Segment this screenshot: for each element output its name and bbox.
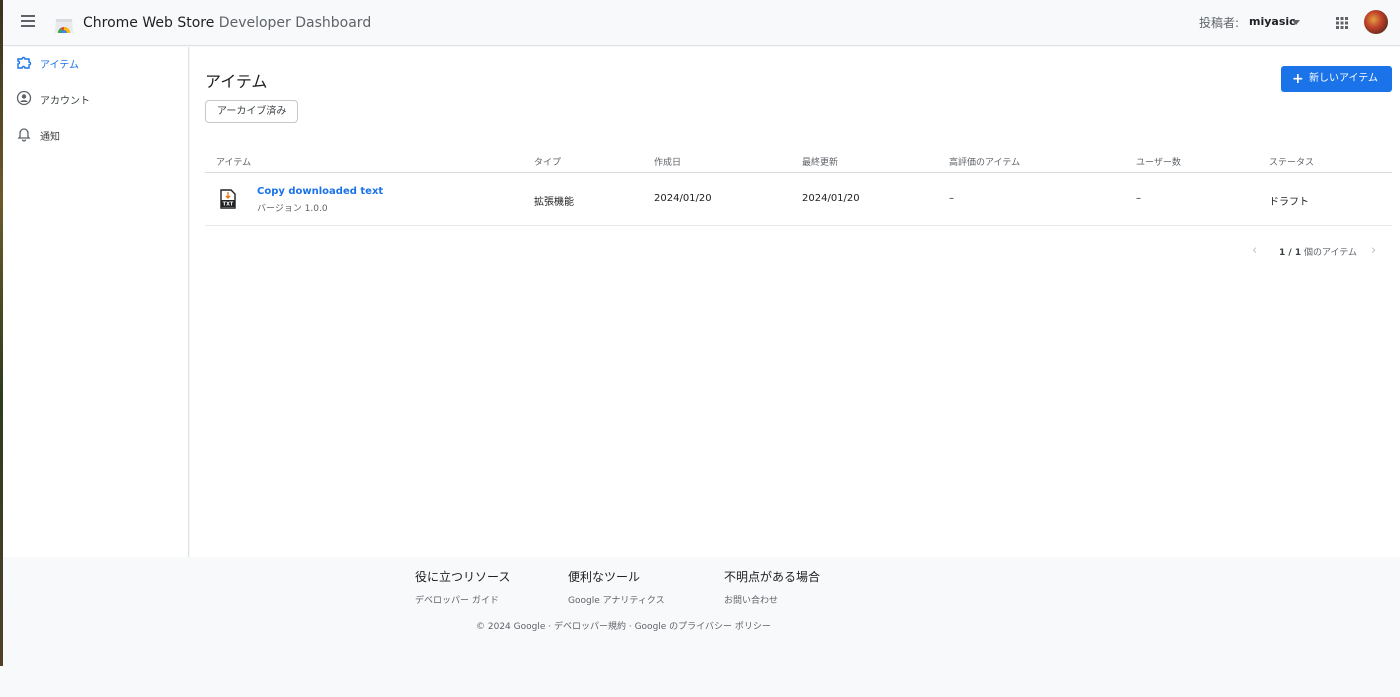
chevron-down-icon[interactable] bbox=[1292, 20, 1300, 25]
app-title-sub: Developer Dashboard bbox=[214, 15, 372, 31]
app-title-main: Chrome Web Store bbox=[83, 15, 215, 31]
app-title: Chrome Web Store Developer Dashboard bbox=[83, 15, 371, 31]
separator: · bbox=[545, 622, 554, 632]
table-row[interactable]: TXT Copy downloaded text バージョン 1.0.0 拡張機… bbox=[205, 173, 1392, 226]
item-updated-date: 2024/01/20 bbox=[802, 193, 860, 204]
account-avatar[interactable] bbox=[1364, 10, 1388, 34]
contact-link[interactable]: お問い合わせ bbox=[724, 593, 820, 606]
new-item-button-label: 新しいアイテム bbox=[1309, 73, 1378, 84]
main-content: アイテム + 新しいアイテム アーカイブ済み アイテム タイプ 作成日 最終更新… bbox=[190, 47, 1400, 557]
column-header-created[interactable]: 作成日 bbox=[654, 155, 681, 168]
sidebar-item-label: アカウント bbox=[40, 96, 90, 107]
new-item-button[interactable]: + 新しいアイテム bbox=[1281, 66, 1392, 92]
column-header-featured[interactable]: 高評価のアイテム bbox=[949, 155, 1020, 168]
separator: · bbox=[625, 622, 635, 632]
chevron-right-icon[interactable]: › bbox=[1371, 243, 1376, 258]
footer-heading: 不明点がある場合 bbox=[724, 570, 821, 584]
hamburger-menu-icon[interactable] bbox=[21, 15, 37, 29]
sidebar-item-label: 通知 bbox=[40, 132, 60, 143]
item-featured: – bbox=[949, 193, 954, 204]
pagination-text: 1 / 1 個のアイテム bbox=[1279, 245, 1357, 258]
column-header-users[interactable]: ユーザー数 bbox=[1136, 155, 1181, 168]
pagination-range: 1 / 1 bbox=[1279, 248, 1302, 258]
plus-icon: + bbox=[1292, 71, 1304, 87]
column-header-item[interactable]: アイテム bbox=[216, 155, 251, 168]
items-table: アイテム タイプ 作成日 最終更新 高評価のアイテム ユーザー数 ステータス T… bbox=[205, 148, 1392, 226]
column-header-status[interactable]: ステータス bbox=[1269, 155, 1314, 168]
developer-guide-link[interactable]: デベロッパー ガイド bbox=[415, 593, 510, 606]
archived-filter-chip[interactable]: アーカイブ済み bbox=[205, 100, 299, 123]
sidebar-item-account[interactable]: アカウント bbox=[3, 83, 189, 113]
column-header-type[interactable]: タイプ bbox=[534, 155, 561, 168]
top-app-bar: Chrome Web Store Developer Dashboard 投稿者… bbox=[3, 0, 1400, 46]
chrome-web-store-logo-icon bbox=[55, 19, 73, 33]
item-type: 拡張機能 bbox=[534, 197, 574, 208]
sidebar-item-label: アイテム bbox=[40, 60, 79, 71]
svg-text:TXT: TXT bbox=[223, 202, 234, 208]
account-circle-icon bbox=[16, 90, 32, 106]
table-header: アイテム タイプ 作成日 最終更新 高評価のアイテム ユーザー数 ステータス bbox=[205, 148, 1392, 173]
developer-terms-link[interactable]: デベロッパー規約 bbox=[554, 622, 626, 632]
publisher-label: 投稿者: bbox=[1199, 16, 1240, 30]
status-badge: ドラフト bbox=[1269, 197, 1309, 208]
page-title: アイテム bbox=[205, 72, 268, 91]
column-header-updated[interactable]: 最終更新 bbox=[802, 155, 838, 168]
item-created-date: 2024/01/20 bbox=[654, 193, 712, 204]
apps-grid-icon[interactable] bbox=[1335, 16, 1349, 30]
sidebar-item-items[interactable]: アイテム bbox=[3, 47, 189, 77]
footer-heading: 役に立つリソース bbox=[415, 570, 511, 584]
chevron-left-icon[interactable]: ‹ bbox=[1252, 243, 1257, 258]
puzzle-icon bbox=[17, 56, 32, 69]
item-users: – bbox=[1136, 193, 1141, 204]
analytics-link[interactable]: Google アナリティクス bbox=[568, 593, 665, 606]
sidebar-item-notifications[interactable]: 通知 bbox=[3, 119, 189, 149]
footer-copyright: © 2024 Google · デベロッパー規約 · Google のプライバシ… bbox=[476, 619, 771, 632]
footer-heading: 便利なツール bbox=[568, 570, 641, 584]
footer-resources: 役に立つリソース デベロッパー ガイド bbox=[415, 568, 510, 606]
bell-icon bbox=[17, 128, 31, 142]
txt-file-icon: TXT bbox=[220, 189, 236, 209]
pagination-suffix: 個のアイテム bbox=[1301, 248, 1358, 258]
copyright-text: © 2024 Google bbox=[476, 622, 546, 632]
privacy-policy-link[interactable]: Google のプライバシー ポリシー bbox=[635, 622, 771, 632]
footer-help: 不明点がある場合 お問い合わせ bbox=[724, 568, 820, 606]
item-name-link[interactable]: Copy downloaded text bbox=[257, 186, 383, 197]
footer-tools: 便利なツール Google アナリティクス bbox=[568, 568, 665, 606]
pagination: ‹ 1 / 1 個のアイテム › bbox=[1252, 243, 1382, 260]
item-version: バージョン 1.0.0 bbox=[257, 204, 328, 214]
publisher-selector[interactable]: miyasic bbox=[1249, 15, 1296, 28]
sidebar: アイテム アカウント 通知 bbox=[3, 47, 189, 557]
